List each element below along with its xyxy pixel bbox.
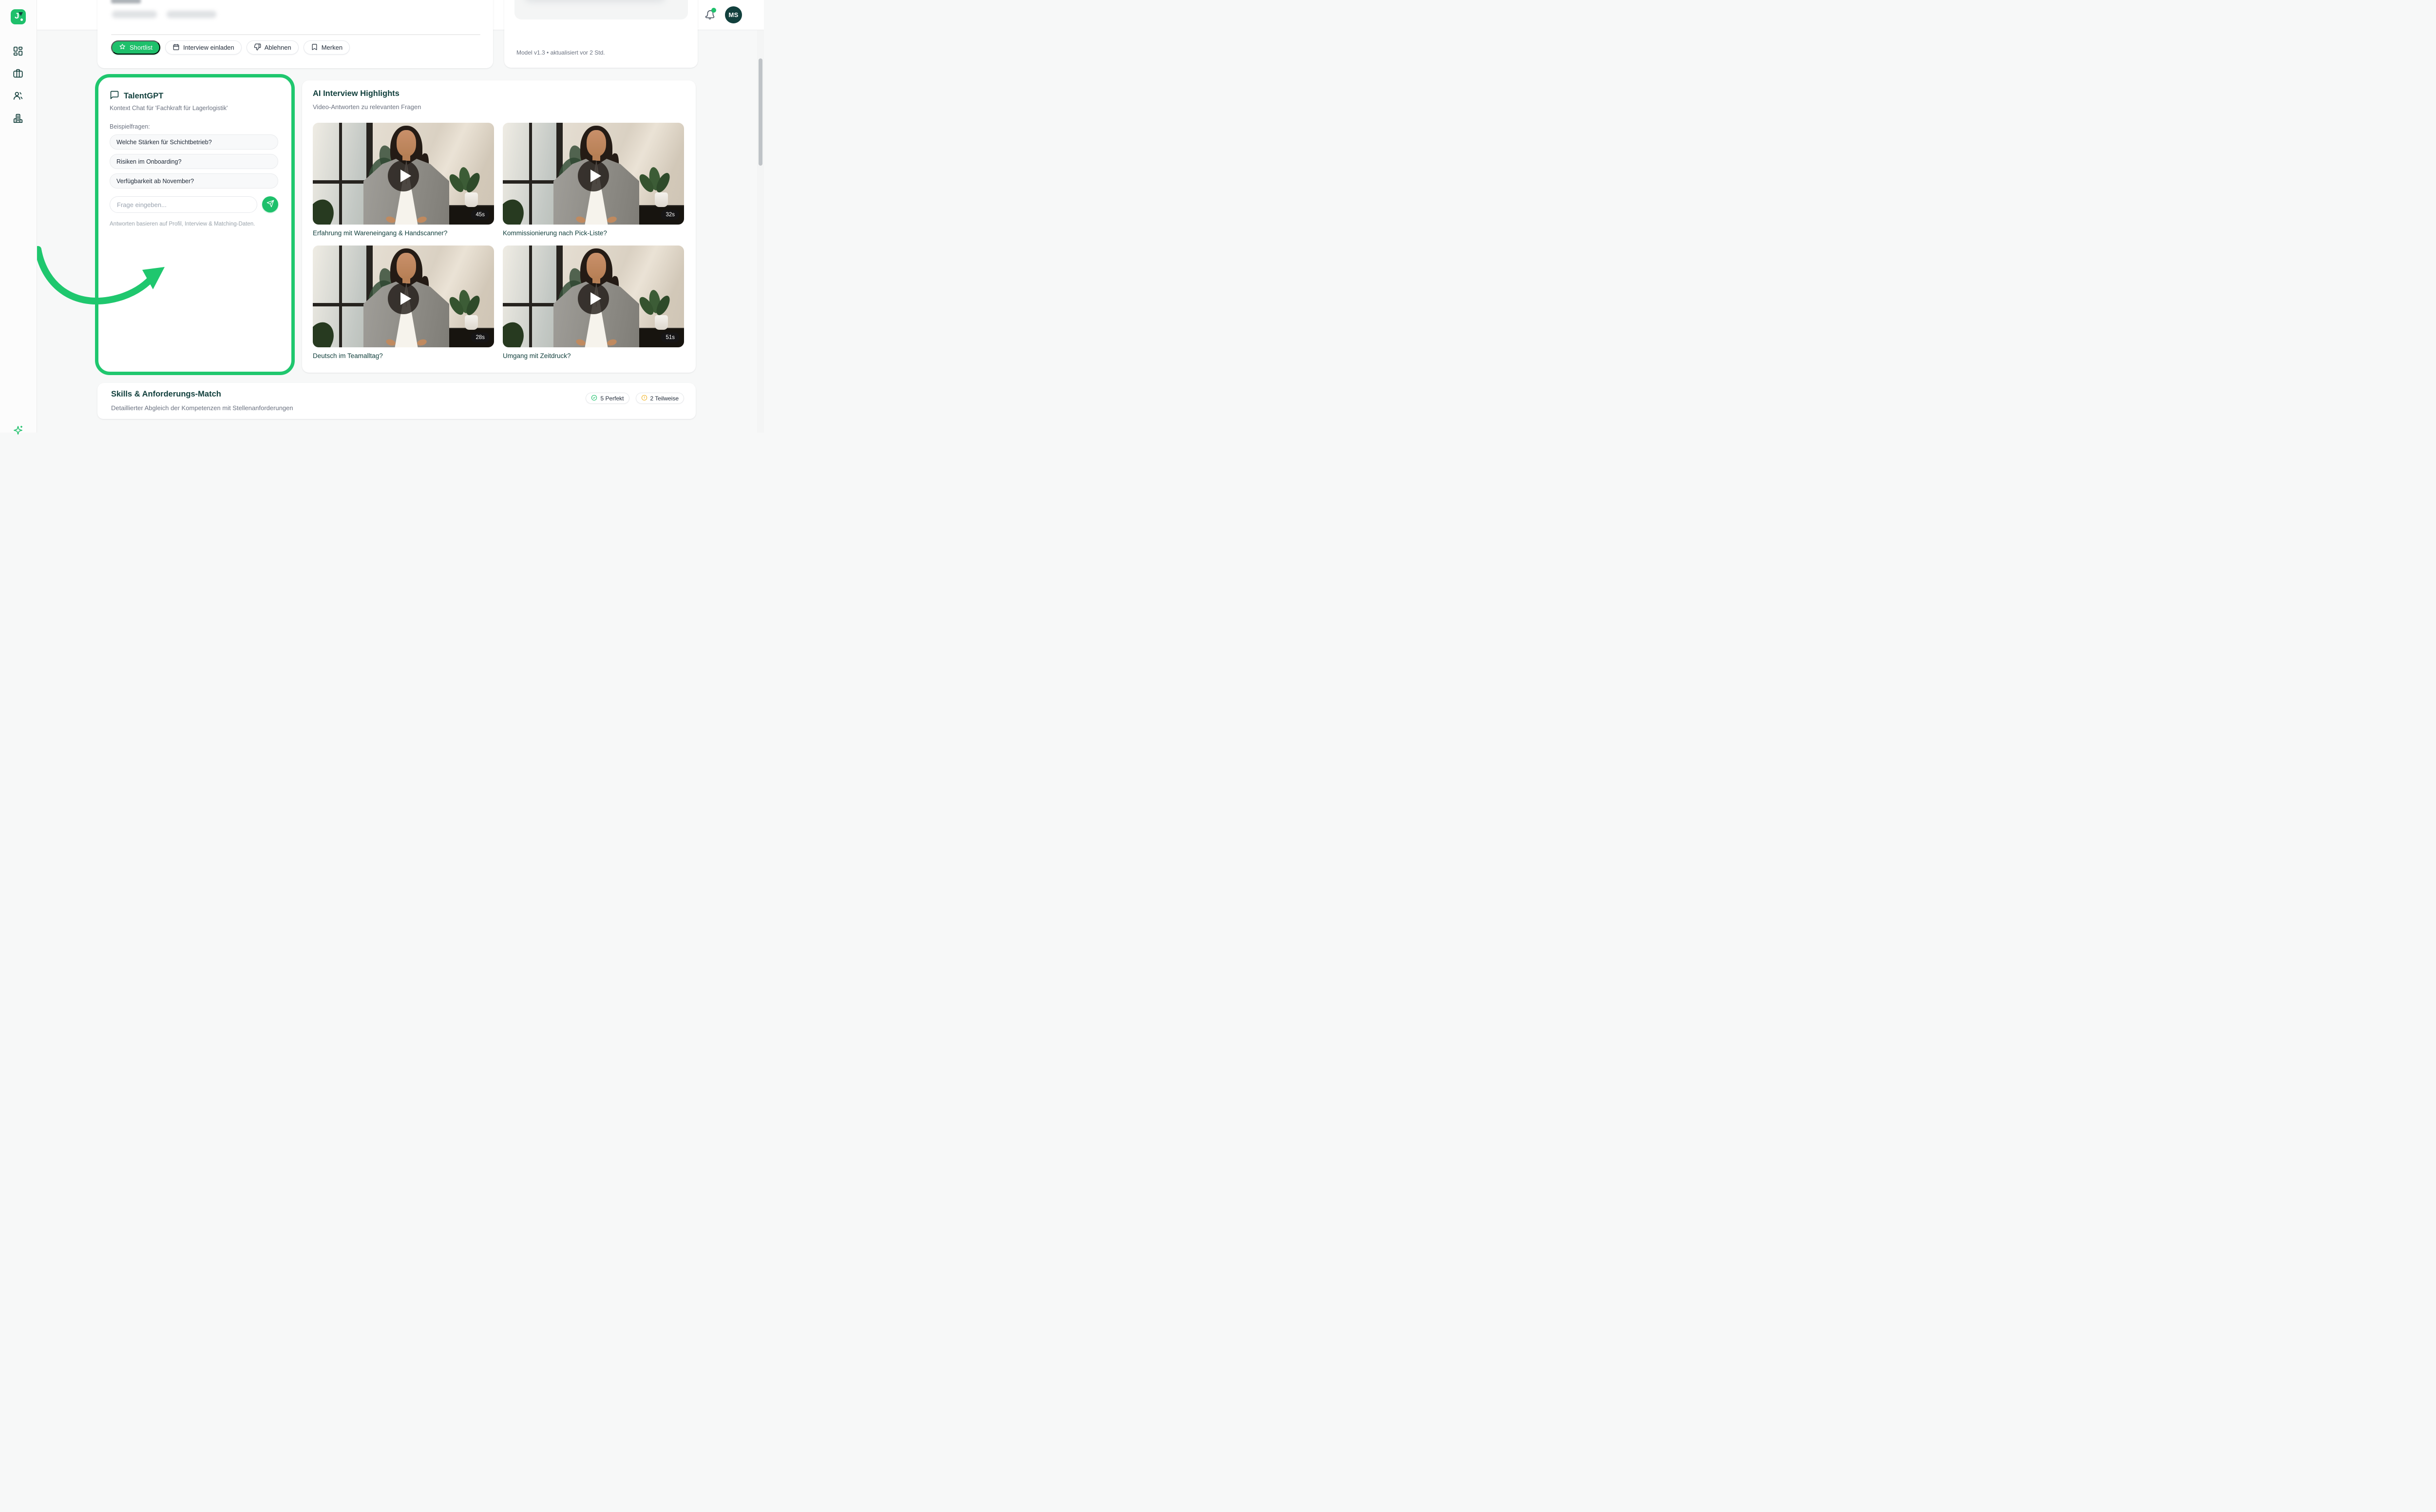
perfect-match-badge: 5 Perfekt [586,393,629,404]
sample-questions-label: Beispielfragen: [110,123,150,130]
plant [451,166,485,197]
bookmark-icon [311,43,318,52]
candidate-action-card: Shortlist Interview einladen Ablehnen Me… [97,0,493,68]
sidebar-item-jobs[interactable] [13,68,23,79]
check-circle-icon [591,395,597,402]
play-button-icon[interactable] [388,160,419,191]
partial-match-badge: 2 Teilweise [636,393,684,404]
video-caption: Umgang mit Zeitdruck? [503,352,684,359]
match-model-card: Model v1.3 • aktualisiert vor 2 Std. [504,0,698,68]
video-caption: Erfahrung mit Wareneingang & Handscanner… [313,229,494,237]
duration-badge: 51s [661,333,679,342]
users-icon [13,95,23,103]
video-thumbnail[interactable]: 28s [313,246,494,347]
video-thumbnail[interactable]: 32s [503,123,684,225]
logo-dot-shape [20,19,23,21]
plant [641,166,675,197]
chat-bubble-icon [110,90,119,102]
sidebar-item-dashboard[interactable] [13,46,23,57]
video-caption: Kommissionierung nach Pick-Liste? [503,229,684,237]
model-summary-box [514,0,688,19]
chat-footer-note: Antworten basieren auf Profil, Interview… [110,221,255,227]
shortlist-button[interactable]: Shortlist [111,40,160,55]
video-card[interactable]: 45s Erfahrung mit Wareneingang & Handsca… [313,123,494,237]
sidebar-item-company[interactable] [13,113,23,124]
alert-circle-icon [641,395,647,402]
video-thumbnail[interactable]: 45s [313,123,494,225]
interview-highlights-card: AI Interview Highlights Video-Antworten … [302,80,696,373]
bookmark-button[interactable]: Merken [304,40,350,55]
notification-dot [711,8,716,13]
sample-question-chip[interactable]: Welche Stärken für Schichtbetrieb? [110,134,278,150]
duration-badge: 32s [661,210,679,220]
model-status-text: Model v1.3 • aktualisiert vor 2 Std. [516,49,605,56]
thumbs-down-icon [254,43,261,52]
scrollbar-track[interactable] [757,30,764,433]
highlights-title: AI Interview Highlights [313,89,400,98]
notifications-button[interactable] [704,9,715,20]
context-subtitle: Kontext Chat für 'Fachkraft für Lagerlog… [110,105,228,112]
plant [451,289,485,320]
duration-badge: 28s [471,333,489,342]
app-logo[interactable]: J [11,9,26,24]
play-button-icon[interactable] [578,160,609,191]
redacted-text-line [112,11,157,18]
briefcase-icon [13,73,23,81]
bell-icon [704,14,715,22]
building-icon [13,117,23,126]
skills-title: Skills & Anforderungs-Match [111,390,221,399]
star-icon [119,43,126,52]
scrollbar-thumb[interactable] [759,58,762,166]
sample-question-chip[interactable]: Risiken im Onboarding? [110,154,278,169]
user-avatar[interactable]: MS [725,6,742,23]
redacted-tag [111,0,141,3]
divider [111,34,480,35]
video-thumbnail[interactable]: 51s [503,246,684,347]
play-button-icon[interactable] [578,283,609,314]
play-button-icon[interactable] [388,283,419,314]
duration-badge: 45s [471,210,489,220]
video-caption: Deutsch im Teamalltag? [313,352,494,359]
video-card[interactable]: 28s Deutsch im Teamalltag? [313,246,494,359]
talentgpt-header: TalentGPT [110,90,163,102]
reject-button[interactable]: Ablehnen [247,40,299,55]
redacted-paragraph [525,0,665,2]
ai-sparkles-icon [13,425,23,436]
action-button-row: Shortlist Interview einladen Ablehnen Me… [111,40,350,55]
sample-question-chip[interactable]: Verfügbarkeit ab November? [110,173,278,189]
sidebar: J [0,0,37,433]
redacted-text-line [167,11,216,18]
chat-input-row [110,196,280,213]
send-button[interactable] [262,196,278,212]
skills-subtitle: Detaillierter Abgleich der Kompetenzen m… [111,404,293,412]
skills-badge-row: 5 Perfekt 2 Teilweise [586,393,684,404]
invite-interview-button[interactable]: Interview einladen [165,40,242,55]
skills-match-card: Skills & Anforderungs-Match Detaillierte… [97,383,696,419]
send-plane-icon [266,200,274,209]
panel-title: TalentGPT [124,92,163,101]
video-card[interactable]: 51s Umgang mit Zeitdruck? [503,246,684,359]
calendar-icon [172,43,180,52]
video-card[interactable]: 32s Kommissionierung nach Pick-Liste? [503,123,684,237]
sample-question-list: Welche Stärken für Schichtbetrieb? Risik… [110,134,278,189]
chat-question-input[interactable] [110,196,257,213]
dashboard-grid-icon [13,50,23,58]
video-grid: 45s Erfahrung mit Wareneingang & Handsca… [313,123,685,359]
sidebar-item-candidates[interactable] [13,91,23,101]
highlights-subtitle: Video-Antworten zu relevanten Fragen [313,103,421,111]
logo-glyph: J [15,11,19,21]
talentgpt-panel: TalentGPT Kontext Chat für 'Fachkraft fü… [98,77,291,372]
plant [641,289,675,320]
